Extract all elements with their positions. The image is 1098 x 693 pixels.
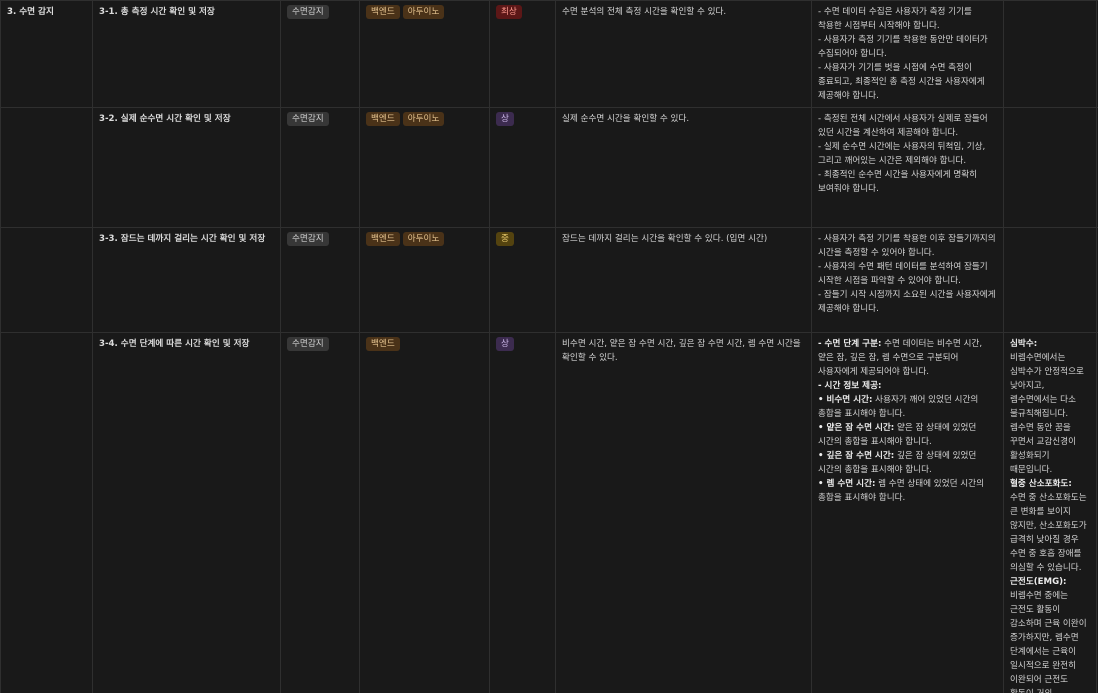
requirement-line: - 실제 순수면 시간에는 사용자의 뒤척임, 기상, 그리고 깨어있는 시간은… bbox=[818, 142, 986, 166]
requirement-line: - 수면 데이터 수집은 사용자가 측정 기기를 착용한 시점부터 시작해야 합… bbox=[818, 7, 972, 31]
category-tag: 수면감지 bbox=[287, 232, 329, 246]
table-row[interactable]: 3. 수면 감지 3-1. 총 측정 시간 확인 및 저장 수면감지 백엔드 아두… bbox=[0, 0, 1098, 108]
platform-tag: 백엔드 bbox=[366, 5, 400, 19]
requirement-line: - 잠들기 시작 시점까지 소요된 시간을 사용자에게 제공해야 합니다. bbox=[818, 290, 996, 314]
requirement-heading: • 얕은 잠 수면 시간: bbox=[818, 423, 895, 433]
requirements-cell[interactable]: - 수면 단계 구분: 수면 데이터는 비수면 시간, 얕은 잠, 깊은 잠, … bbox=[811, 332, 1004, 693]
note-line: 근전도(EMG): 비렘수면 중에는 근전도 활동이 감소하며 근육 이완이 증… bbox=[1010, 575, 1090, 693]
table-row[interactable]: 3-4. 수면 단계에 따른 시간 확인 및 저장 수면감지 백엔드 상 비수면… bbox=[0, 332, 1098, 693]
platform-cell[interactable]: 백엔드 아두이노 bbox=[359, 107, 490, 228]
feature-cell[interactable]: 3-2. 실제 순수면 시간 확인 및 저장 bbox=[92, 107, 281, 228]
description-cell[interactable]: 비수면 시간, 얕은 잠 수면 시간, 깊은 잠 수면 시간, 렘 수면 시간을… bbox=[555, 332, 812, 693]
note-line: 심박수: 비렘수면에서는 심박수가 안정적으로 낮아지고, 렘수면에서는 다소 … bbox=[1010, 337, 1090, 477]
priority-tag: 상 bbox=[496, 112, 514, 126]
requirement-line: - 최종적인 순수면 시간을 사용자에게 명확히 보여줘야 합니다. bbox=[818, 170, 978, 194]
category-cell[interactable]: 수면감지 bbox=[280, 0, 360, 108]
requirement-heading: • 렘 수면 시간: bbox=[818, 479, 876, 489]
description-cell[interactable]: 수면 분석의 전체 측정 시간을 확인할 수 있다. bbox=[555, 0, 812, 108]
requirement-line: - 측정된 전체 시간에서 사용자가 실제로 잠들어 있던 시간을 계산하여 제… bbox=[818, 114, 988, 138]
table-row[interactable]: 3-3. 잠드는 데까지 걸리는 시간 확인 및 저장 수면감지 백엔드 아두이노… bbox=[0, 227, 1098, 333]
table-row[interactable]: 3-2. 실제 순수면 시간 확인 및 저장 수면감지 백엔드 아두이노 상 실제… bbox=[0, 107, 1098, 228]
platform-tag: 백엔드 bbox=[366, 337, 400, 351]
priority-tag: 최상 bbox=[496, 5, 522, 19]
category-tag: 수면감지 bbox=[287, 337, 329, 351]
category-tag: 수면감지 bbox=[287, 5, 329, 19]
notes-cell[interactable] bbox=[1003, 0, 1097, 108]
notes-cell[interactable] bbox=[1003, 227, 1097, 333]
notes-cell[interactable] bbox=[1003, 107, 1097, 228]
priority-cell[interactable]: 상 bbox=[489, 332, 556, 693]
requirement-heading: - 시간 정보 제공: bbox=[818, 381, 882, 391]
platform-cell[interactable]: 백엔드 bbox=[359, 332, 490, 693]
priority-tag: 중 bbox=[496, 232, 514, 246]
requirement-line: • 렘 수면 시간: 렘 수면 상태에 있었던 시간의 총합을 표시해야 합니다… bbox=[818, 477, 997, 505]
requirement-line: - 사용자가 측정 기기를 착용한 이후 잠들기까지의 시간을 측정할 수 있어… bbox=[818, 234, 996, 258]
platform-tag: 아두이노 bbox=[402, 232, 445, 246]
note-heading: 근전도(EMG): bbox=[1010, 577, 1067, 587]
category-tag: 수면감지 bbox=[287, 112, 329, 126]
note-text: 비렘수면에서는 심박수가 안정적으로 낮아지고, 렘수면에서는 다소 불규칙해집… bbox=[1010, 353, 1084, 475]
platform-tag: 백엔드 bbox=[366, 232, 400, 246]
note-text: 비렘수면 중에는 근전도 활동이 감소하며 근육 이완이 증가하지만, 렘수면 … bbox=[1010, 591, 1087, 693]
category-cell[interactable]: 수면감지 bbox=[280, 332, 360, 693]
feature-cell[interactable]: 3-3. 잠드는 데까지 걸리는 시간 확인 및 저장 bbox=[92, 227, 281, 333]
category-cell[interactable]: 수면감지 bbox=[280, 227, 360, 333]
platform-cell[interactable]: 백엔드 아두이노 bbox=[359, 227, 490, 333]
requirement-line: • 비수면 시간: 사용자가 깨어 있었던 시간의 총합을 표시해야 합니다. bbox=[818, 393, 997, 421]
platform-tag: 아두이노 bbox=[402, 5, 445, 19]
feature-cell[interactable]: 3-1. 총 측정 시간 확인 및 저장 bbox=[92, 0, 281, 108]
requirement-heading: • 깊은 잠 수면 시간: bbox=[818, 451, 895, 461]
requirement-line: - 시간 정보 제공: bbox=[818, 379, 997, 393]
requirement-line: • 깊은 잠 수면 시간: 깊은 잠 상태에 있었던 시간의 총합을 표시해야 … bbox=[818, 449, 997, 477]
requirements-cell[interactable]: - 수면 데이터 수집은 사용자가 측정 기기를 착용한 시점부터 시작해야 합… bbox=[811, 0, 1004, 108]
requirement-line: • 얕은 잠 수면 시간: 얕은 잠 상태에 있었던 시간의 총합을 표시해야 … bbox=[818, 421, 997, 449]
requirements-cell[interactable]: - 측정된 전체 시간에서 사용자가 실제로 잠들어 있던 시간을 계산하여 제… bbox=[811, 107, 1004, 228]
requirement-line: - 수면 단계 구분: 수면 데이터는 비수면 시간, 얕은 잠, 깊은 잠, … bbox=[818, 337, 997, 379]
requirement-line: - 사용자가 측정 기기를 착용한 동안만 데이터가 수집되어야 합니다. bbox=[818, 35, 988, 59]
section-cell[interactable]: 3. 수면 감지 bbox=[0, 0, 93, 108]
priority-tag: 상 bbox=[496, 337, 514, 351]
requirements-table: 3. 수면 감지 3-1. 총 측정 시간 확인 및 저장 수면감지 백엔드 아두… bbox=[0, 0, 1098, 693]
section-cell[interactable] bbox=[0, 332, 93, 693]
requirement-heading: • 비수면 시간: bbox=[818, 395, 873, 405]
feature-cell[interactable]: 3-4. 수면 단계에 따른 시간 확인 및 저장 bbox=[92, 332, 281, 693]
requirement-heading: - 수면 단계 구분: bbox=[818, 339, 882, 349]
section-cell[interactable] bbox=[0, 107, 93, 228]
platform-tag: 아두이노 bbox=[402, 112, 445, 126]
priority-cell[interactable]: 최상 bbox=[489, 0, 556, 108]
requirements-cell[interactable]: - 사용자가 측정 기기를 착용한 이후 잠들기까지의 시간을 측정할 수 있어… bbox=[811, 227, 1004, 333]
note-text: 수면 중 산소포화도는 큰 변화를 보이지 않지만, 산소포화도가 급격히 낮아… bbox=[1010, 493, 1087, 573]
platform-cell[interactable]: 백엔드 아두이노 bbox=[359, 0, 490, 108]
priority-cell[interactable]: 상 bbox=[489, 107, 556, 228]
category-cell[interactable]: 수면감지 bbox=[280, 107, 360, 228]
description-cell[interactable]: 실제 순수면 시간을 확인할 수 있다. bbox=[555, 107, 812, 228]
notes-cell[interactable]: 심박수: 비렘수면에서는 심박수가 안정적으로 낮아지고, 렘수면에서는 다소 … bbox=[1003, 332, 1097, 693]
note-heading: 혈중 산소포화도: bbox=[1010, 479, 1072, 489]
section-cell[interactable] bbox=[0, 227, 93, 333]
requirement-line: - 사용자의 수면 패턴 데이터를 분석하여 잠들기 시작한 시점을 파악할 수… bbox=[818, 262, 988, 286]
note-line: 혈중 산소포화도: 수면 중 산소포화도는 큰 변화를 보이지 않지만, 산소포… bbox=[1010, 477, 1090, 575]
note-heading: 심박수: bbox=[1010, 339, 1038, 349]
description-cell[interactable]: 잠드는 데까지 걸리는 시간을 확인할 수 있다. (입면 시간) bbox=[555, 227, 812, 333]
priority-cell[interactable]: 중 bbox=[489, 227, 556, 333]
platform-tag: 백엔드 bbox=[366, 112, 400, 126]
requirement-line: - 사용자가 기기를 벗을 시점에 수면 측정이 종료되고, 최종적인 총 측정… bbox=[818, 63, 985, 101]
